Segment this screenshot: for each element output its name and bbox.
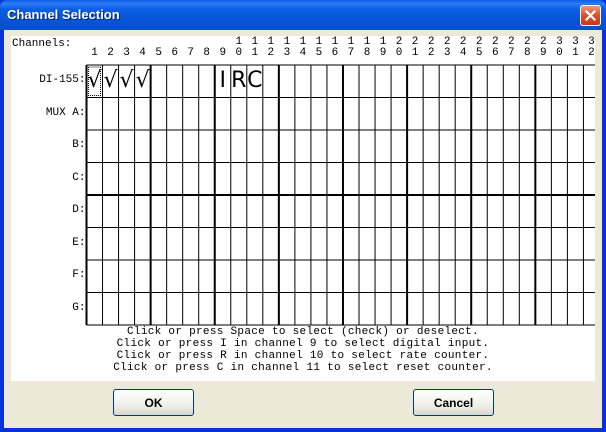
ok-button[interactable]: OK bbox=[113, 389, 194, 416]
instruction-line: Click or press R in channel 10 to select… bbox=[116, 350, 490, 362]
instruction-line: Click or press I in channel 9 to select … bbox=[116, 338, 490, 350]
close-icon bbox=[585, 10, 596, 21]
dialog-body: Channels: 1 2 3 4 5 6 7 8 9 10 11 12 13 14 15 16 17 18 19 2… bbox=[4, 30, 602, 428]
channel-grid-panel: Channels: 1 2 3 4 5 6 7 8 9 10 11 12 13 14 15 16 17 18 19 2… bbox=[11, 36, 595, 381]
channel-selection-window: Channel Selection Channels: 1 2 3 4 5 6 7 8 9 10 1… bbox=[0, 0, 606, 432]
close-button[interactable] bbox=[580, 5, 601, 26]
channel-mark[interactable]: I bbox=[215, 67, 231, 95]
title-bar[interactable]: Channel Selection bbox=[0, 0, 606, 30]
channel-mark[interactable]: √ bbox=[103, 67, 119, 95]
cancel-button[interactable]: Cancel bbox=[413, 389, 494, 416]
window-title: Channel Selection bbox=[7, 7, 120, 22]
channel-mark[interactable]: √ bbox=[87, 67, 103, 95]
channel-mark[interactable]: √ bbox=[135, 67, 151, 95]
channel-mark[interactable]: R bbox=[231, 67, 247, 95]
channel-mark[interactable]: √ bbox=[119, 67, 135, 95]
channel-mark[interactable]: C bbox=[247, 67, 263, 95]
instruction-line: Click or press Space to select (check) o… bbox=[127, 326, 479, 338]
instruction-line: Click or press C in channel 11 to select… bbox=[113, 362, 493, 374]
